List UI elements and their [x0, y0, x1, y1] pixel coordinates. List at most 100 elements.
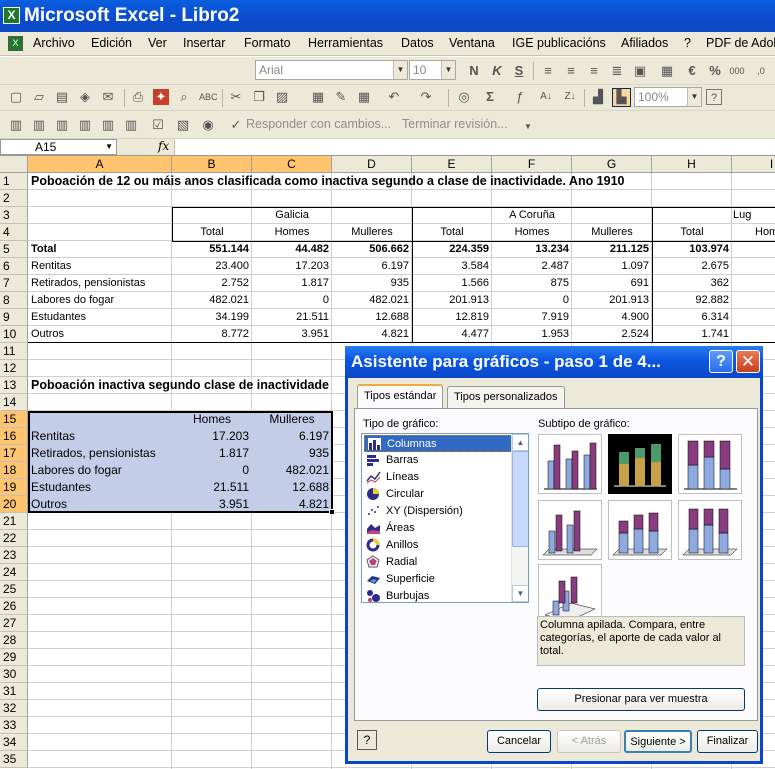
row-header[interactable]: 35 [0, 751, 28, 768]
assistant-help-icon[interactable]: ? [357, 730, 377, 750]
row-label-cell[interactable]: Estudantes [28, 309, 172, 326]
print-icon[interactable]: ⎙ [130, 89, 146, 105]
data-cell[interactable]: 1.953 [492, 326, 572, 343]
fill-handle[interactable] [329, 509, 335, 515]
percent-icon[interactable]: % [707, 63, 723, 79]
merge-center-icon[interactable]: ▣ [632, 63, 648, 79]
chart-type-scrollbar[interactable]: ▲ ▼ [511, 434, 528, 602]
chart-type-lines[interactable]: Líneas [364, 469, 512, 486]
row-header[interactable]: 9 [0, 309, 28, 326]
subtype-clustered-column[interactable] [538, 434, 602, 494]
subtype-100-stacked-column[interactable] [678, 434, 742, 494]
row-header[interactable]: 30 [0, 666, 28, 683]
data-cell[interactable]: 551.144 [172, 241, 252, 258]
row-header[interactable]: 34 [0, 734, 28, 751]
menu-datos[interactable]: Datos [401, 36, 434, 50]
chart-type-columns[interactable]: Columnas [364, 435, 512, 452]
font-size-dropdown[interactable]: 10 ▼ [409, 60, 456, 80]
align-center-icon[interactable]: ≡ [563, 63, 579, 79]
row-header[interactable]: 6 [0, 258, 28, 275]
paste-icon[interactable]: ▨ [274, 89, 290, 105]
data-cell[interactable]: 0 [252, 292, 332, 309]
menu-herramientas[interactable]: Herramientas [308, 36, 383, 50]
back-button[interactable]: < Atrás [557, 730, 621, 753]
data-cell[interactable]: 4.477 [412, 326, 492, 343]
thousands-separator-icon[interactable]: 000 [729, 63, 745, 79]
spelling-icon[interactable]: ABC [199, 89, 218, 105]
help-icon[interactable]: ? [709, 350, 733, 373]
insert-function-icon[interactable]: ƒ [512, 89, 528, 105]
data-cell[interactable]: 224.359 [412, 241, 492, 258]
hyperlink-icon[interactable]: ◎ [456, 89, 472, 105]
chart-type-bars[interactable]: Barras [364, 452, 512, 469]
review-icon[interactable]: ▥ [8, 117, 24, 133]
data-cell[interactable]: 482.021 [332, 292, 412, 309]
paste-special-icon[interactable]: ▦ [310, 89, 326, 105]
row-header[interactable]: 7 [0, 275, 28, 292]
data-cell[interactable]: 6.197 [332, 258, 412, 275]
subtype-3d-100-stacked-column[interactable] [678, 500, 742, 560]
excel-app-icon[interactable]: X [3, 7, 20, 24]
format-painter-icon[interactable]: ✎ [333, 89, 349, 105]
row-header[interactable]: 21 [0, 513, 28, 530]
reply-icon[interactable]: ✓ [228, 117, 244, 133]
row-header[interactable]: 18 [0, 462, 28, 479]
column-header-h[interactable]: H [652, 156, 732, 173]
data-cell[interactable]: 2.675 [652, 258, 732, 275]
data-cell[interactable]: 3.584 [412, 258, 492, 275]
row-label-cell[interactable]: Retirados, pensionistas [28, 275, 172, 292]
currency-format-icon[interactable]: ▦ [659, 63, 675, 79]
data-cell[interactable]: 201.913 [572, 292, 652, 309]
chart-source-title[interactable]: Poboación inactiva segundo clase de inac… [28, 377, 348, 394]
data-cell[interactable]: 4.821 [332, 326, 412, 343]
align-right-icon[interactable]: ≡ [586, 63, 602, 79]
protect-icon[interactable]: ◉ [200, 117, 216, 133]
menu-afiliados[interactable]: Afiliados [621, 36, 668, 50]
menu-ige-publicacions[interactable]: IGE publicacións [512, 36, 606, 50]
row-header[interactable]: 10 [0, 326, 28, 343]
chart-icon[interactable]: ▟ [590, 89, 606, 105]
data-cell[interactable]: 17.203 [252, 258, 332, 275]
new-document-icon[interactable]: ▢ [8, 89, 24, 105]
row-label-cell[interactable]: Outros [28, 326, 172, 343]
compare-icon[interactable]: ▧ [175, 117, 191, 133]
next-button[interactable]: Siguiente > [624, 730, 692, 753]
row-header[interactable]: 20 [0, 496, 28, 513]
scroll-thumb[interactable] [512, 451, 528, 547]
data-cell[interactable]: 482.021 [172, 292, 252, 309]
redo-icon[interactable]: ↷ [418, 89, 434, 105]
review-icon[interactable]: ▥ [77, 117, 93, 133]
data-cell[interactable]: 1.741 [652, 326, 732, 343]
justify-icon[interactable]: ≣ [609, 63, 625, 79]
row-header[interactable]: 19 [0, 479, 28, 496]
menu-archivo[interactable]: Archivo [33, 36, 75, 50]
row-header[interactable]: 3 [0, 207, 28, 224]
data-cell[interactable]: 691 [572, 275, 652, 292]
data-cell[interactable]: 44.482 [252, 241, 332, 258]
name-box[interactable]: A15 ▼ [0, 139, 117, 155]
help-icon[interactable]: ? [706, 89, 722, 105]
tab-standard-types[interactable]: Tipos estándar [357, 384, 444, 409]
print-preview-icon[interactable]: ⌕ [176, 89, 192, 105]
data-cell[interactable]: 875 [492, 275, 572, 292]
column-header-a[interactable]: A [28, 156, 172, 173]
column-header-c[interactable]: C [252, 156, 332, 173]
email-icon[interactable]: ✉ [100, 89, 116, 105]
menu-pdf-adobe[interactable]: PDF de Adobe [706, 36, 775, 50]
row-header[interactable]: 8 [0, 292, 28, 309]
subtype-stacked-column[interactable] [608, 434, 672, 494]
row-header[interactable]: 24 [0, 564, 28, 581]
data-cell[interactable]: 92.882 [652, 292, 732, 309]
bold-icon[interactable]: N [466, 63, 482, 79]
track-changes-icon[interactable]: ☑ [150, 117, 166, 133]
formula-input[interactable] [174, 139, 775, 155]
data-cell[interactable]: 23.400 [172, 258, 252, 275]
data-cell[interactable]: 103.974 [652, 241, 732, 258]
data-cell[interactable]: 935 [332, 275, 412, 292]
euro-icon[interactable]: € [684, 63, 700, 79]
data-cell[interactable]: 13.234 [492, 241, 572, 258]
row-header[interactable]: 26 [0, 598, 28, 615]
row-header[interactable]: 32 [0, 700, 28, 717]
chart-type-list[interactable]: Columnas Barras Líneas Circular XY (Disp… [361, 433, 529, 603]
scroll-down-icon[interactable]: ▼ [512, 585, 528, 602]
